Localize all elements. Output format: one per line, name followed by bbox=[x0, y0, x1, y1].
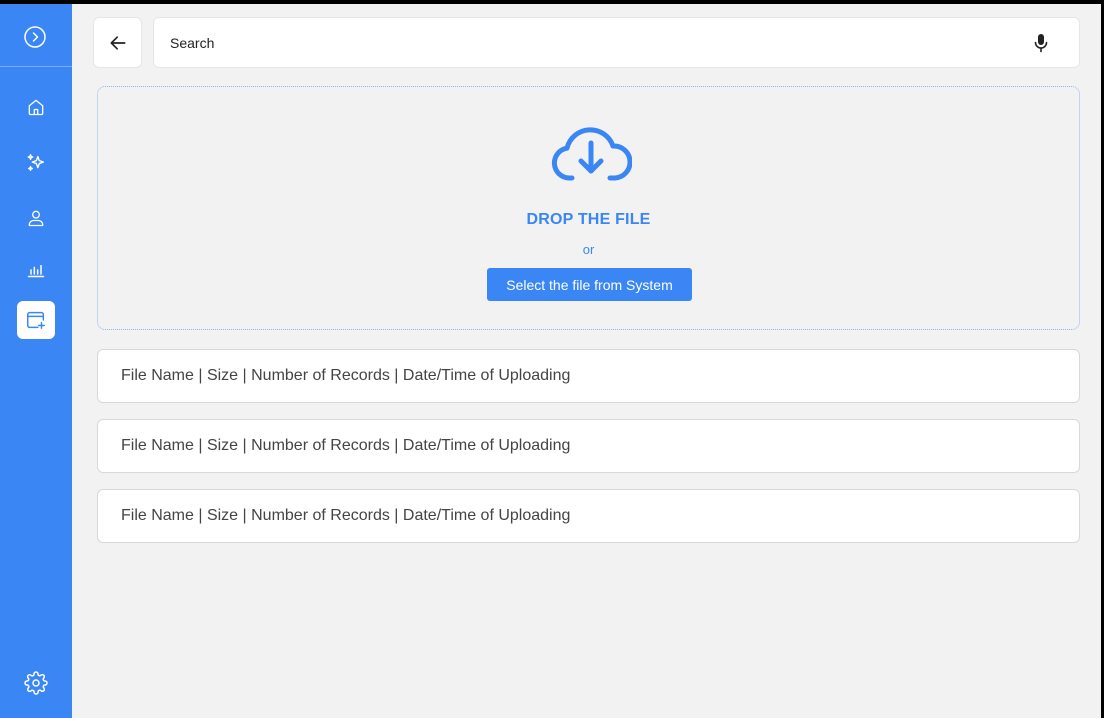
search-input[interactable] bbox=[170, 30, 1010, 56]
sidebar-item-analytics[interactable] bbox=[17, 250, 55, 288]
microphone-icon bbox=[1034, 34, 1048, 53]
file-list-item[interactable]: File Name | Size | Number of Records | D… bbox=[97, 349, 1080, 403]
user-icon bbox=[28, 210, 44, 227]
voice-search-button[interactable] bbox=[1031, 33, 1051, 53]
sidebar-item-ai[interactable] bbox=[17, 144, 55, 182]
drop-or-text: or bbox=[582, 242, 595, 257]
sidebar-item-settings[interactable] bbox=[17, 664, 55, 702]
add-window-icon bbox=[27, 311, 45, 329]
sidebar-item-profile[interactable] bbox=[17, 199, 55, 237]
sidebar-item-home[interactable] bbox=[17, 88, 55, 126]
file-list-item[interactable]: File Name | Size | Number of Records | D… bbox=[97, 489, 1080, 543]
drop-title: DROP THE FILE bbox=[526, 211, 651, 228]
home-icon bbox=[28, 99, 44, 116]
arrow-left-icon bbox=[110, 35, 125, 50]
search-bar bbox=[153, 17, 1080, 68]
sidebar bbox=[0, 4, 72, 718]
chevron-right-circle-icon bbox=[24, 26, 46, 48]
select-file-button[interactable]: Select the file from System bbox=[487, 268, 692, 301]
sparkles-icon bbox=[27, 154, 45, 172]
sidebar-item-upload[interactable] bbox=[17, 301, 55, 339]
file-drop-zone[interactable]: DROP THE FILE or Select the file from Sy… bbox=[97, 86, 1080, 330]
app-window: DROP THE FILE or Select the file from Sy… bbox=[0, 4, 1101, 718]
cloud-download-icon bbox=[551, 127, 632, 181]
sidebar-divider bbox=[0, 66, 72, 67]
sidebar-toggle-button[interactable] bbox=[23, 25, 47, 49]
file-list-item[interactable]: File Name | Size | Number of Records | D… bbox=[97, 419, 1080, 473]
gear-icon bbox=[24, 671, 48, 695]
back-button[interactable] bbox=[93, 17, 142, 68]
bar-chart-icon bbox=[27, 264, 45, 278]
